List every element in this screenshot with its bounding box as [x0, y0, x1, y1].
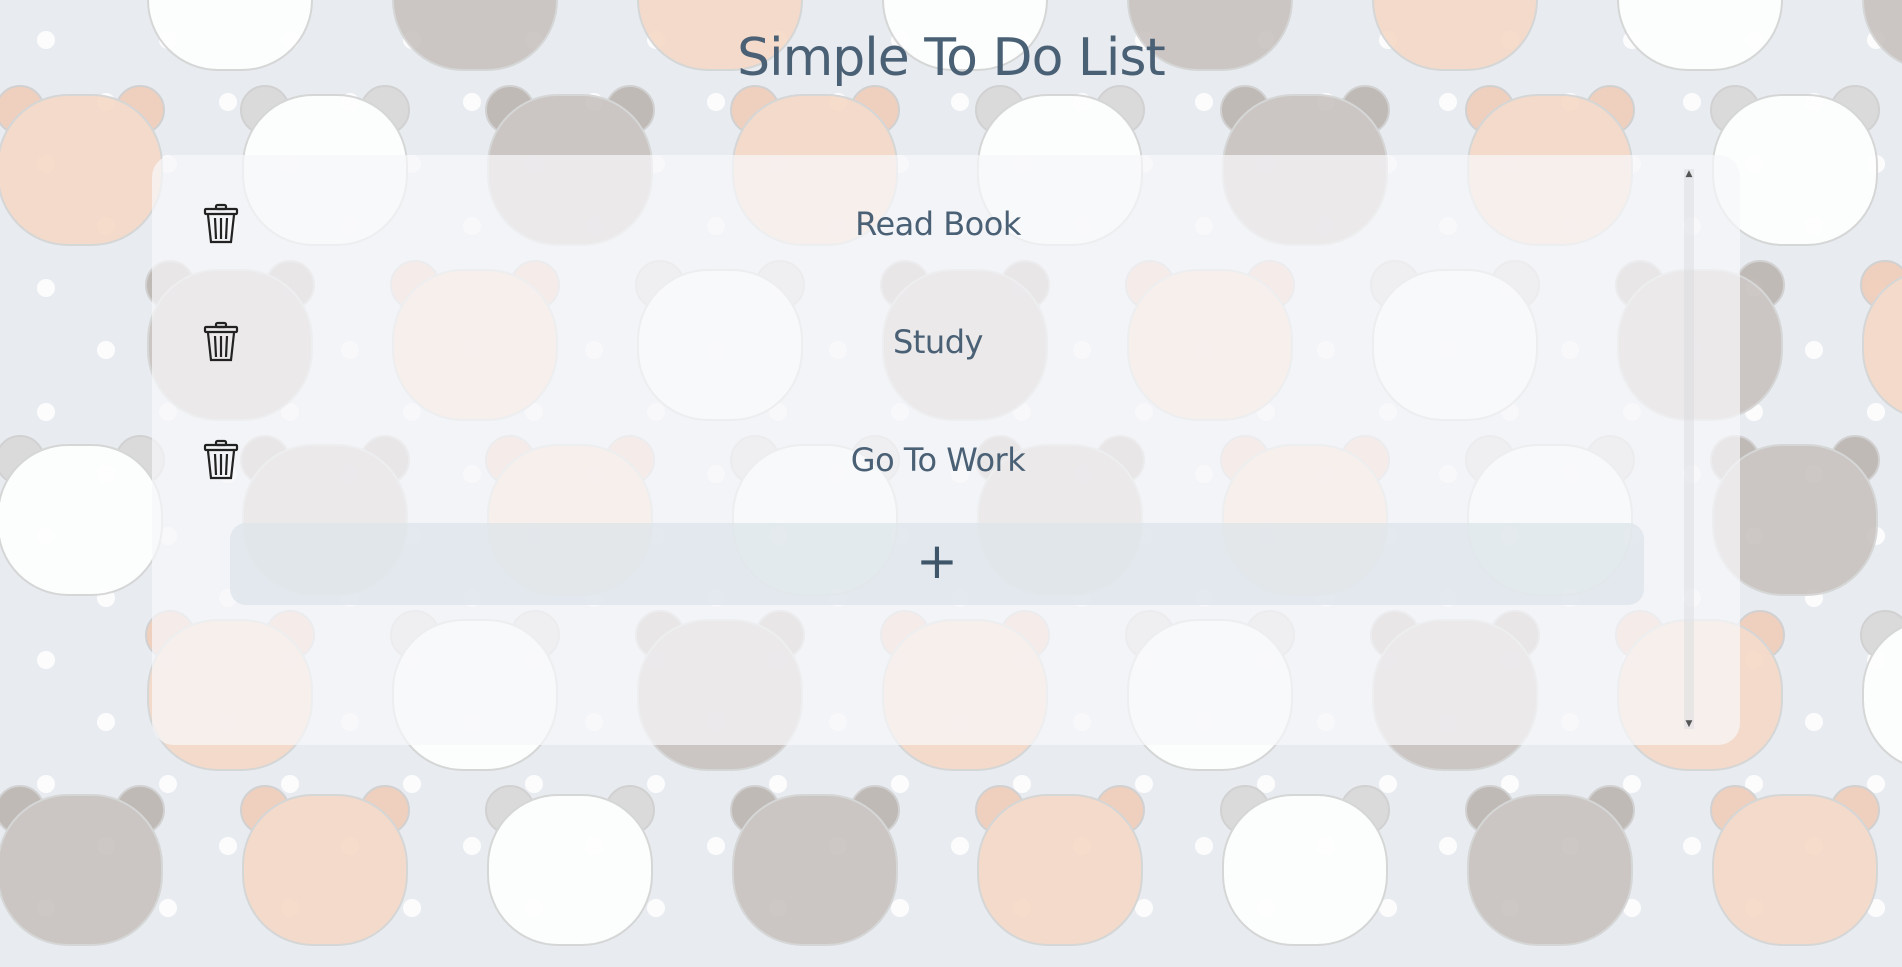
todo-item: Read Book	[152, 187, 1692, 267]
scrollbar-track[interactable]	[1684, 169, 1694, 729]
scroll-up-arrow-icon[interactable]: ▲	[1684, 169, 1694, 179]
todo-text[interactable]: Go To Work	[152, 441, 1724, 479]
todo-text[interactable]: Study	[152, 323, 1724, 361]
scroll-down-arrow-icon[interactable]: ▼	[1684, 719, 1694, 729]
scrollbar[interactable]: ▲ ▼	[1680, 169, 1698, 729]
page-title: Simple To Do List	[737, 28, 1166, 88]
add-task-button[interactable]: +	[230, 523, 1644, 605]
todo-panel: Read Book Study Go To Work + ▲ ▼	[152, 155, 1740, 745]
todo-item: Study	[152, 305, 1692, 385]
todo-item: Go To Work	[152, 423, 1692, 503]
plus-icon: +	[916, 532, 958, 590]
todo-text[interactable]: Read Book	[152, 205, 1724, 243]
